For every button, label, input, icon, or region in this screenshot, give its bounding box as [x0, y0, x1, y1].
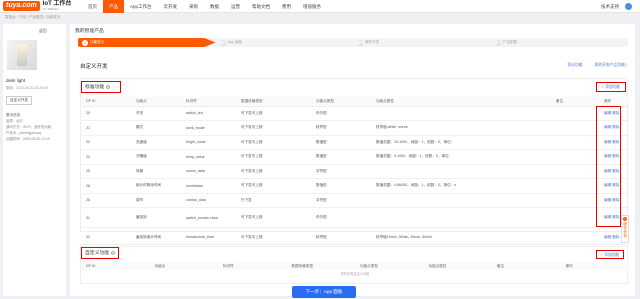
delete-link[interactable]: 删除 — [612, 235, 619, 239]
nav-item-data[interactable]: 数据 — [204, 0, 225, 13]
table-row: 23 冷暖值 temp_value 可下发可上报 数值型 数值范围：0-1000，间距：1… — [81, 149, 629, 165]
page-title: 我的智能产品 — [75, 29, 104, 34]
logo[interactable]: tuya.com IoT 工作台 IoT Platform — [0, 0, 80, 13]
user-avatar[interactable] — [625, 3, 632, 10]
custom-table-header: DP ID 功能点 标识符 数据传输类型 功能点类型 功能点属性 备注 操作 — [81, 262, 629, 270]
standard-functions-panel: 标准功能? + 添加功能 DP ID 功能点 标识符 数据传输类型 功能点类型 … — [80, 78, 629, 247]
info-category: 品类：台灯 — [6, 119, 23, 123]
logo-sub: IoT Platform — [42, 7, 60, 11]
product-sidebar: 返回 desk light 更新：2020-05-20 20:25:05 自定义… — [3, 24, 66, 296]
edit-link[interactable]: 编辑 — [604, 235, 611, 239]
col-function: 功能点 — [131, 97, 181, 107]
table-row: 31 番茄钟 switch_tomato clock 可下发可上报 布尔型 编辑 删除 — [81, 207, 629, 228]
col-attr: 功能点属性 — [371, 97, 551, 107]
product-image — [7, 40, 37, 70]
custom-functions-title: 自定义功能? — [81, 247, 119, 259]
add-standard-function-button[interactable]: + 添加功能 — [596, 82, 626, 92]
standard-functions-title: 标准功能? — [81, 81, 121, 93]
add-custom-function-button[interactable]: + 添加功能 — [596, 250, 624, 259]
help-icon[interactable]: ? — [106, 84, 111, 90]
service-consult-float[interactable]: ! 服务咨询 — [621, 215, 629, 243]
step-function-definition[interactable]: 1 功能定义 — [78, 38, 216, 47]
ops-highlight — [596, 106, 621, 227]
col-dpid: DP ID — [81, 97, 131, 107]
nav-item-docs[interactable]: 帮助文档 — [246, 0, 276, 13]
step-hardware-dev[interactable]: 3 硬件开发 — [353, 38, 491, 47]
basic-info-title: 基本信息 — [6, 113, 21, 117]
info-product-id: 产品ID：pkhbdgjzhowq — [6, 131, 42, 135]
custom-dev-button[interactable]: 自定义开发 — [6, 96, 32, 105]
col-note: 备注 — [551, 97, 599, 107]
nav-item-cloud[interactable]: 云开发 — [158, 0, 184, 13]
breadcrumb: 智能台 / 产品 / 产品概况 / 功能定义 — [5, 15, 61, 19]
product-name: desk light — [6, 78, 26, 83]
info-protocol: 通讯方式：Wi-Fi、蓝牙低功耗 — [6, 125, 52, 129]
step-app-panel[interactable]: 2 App 面板 — [216, 38, 354, 47]
chat-icon: ! — [623, 217, 627, 221]
custom-functions-panel: 自定义功能? + 添加功能 DP ID 功能点 标识符 数据传输类型 功能点类型… — [80, 244, 629, 284]
nav-item-product[interactable]: 产品 — [103, 0, 124, 13]
tech-support-link[interactable]: 技术支持 — [601, 4, 619, 10]
how-to-link[interactable]: 如何开发产品功能? — [595, 63, 628, 68]
table-row: 20 开关 switch_led 可下发可上报 布尔型 编辑 删除 — [81, 106, 629, 121]
nav-item-home[interactable]: 首页 — [82, 0, 103, 13]
nav-item-ops[interactable]: 运营 — [225, 0, 246, 13]
info-created: 创建时间：2020-05-20 21:19 — [6, 137, 50, 141]
table-row: 22 亮度值 bright_value 可下发可上报 数值型 数值范围：10-1000，间… — [81, 135, 629, 150]
col-type: 功能点类型 — [311, 97, 371, 107]
standard-functions-table: DP ID 功能点 标识符 数据传输类型 功能点类型 功能点属性 备注 操作 2… — [81, 97, 629, 247]
help-icon[interactable]: ? — [111, 250, 115, 256]
product-updated: 更新：2020-05-20 20:25:05 — [6, 86, 48, 90]
empty-message: 暂时没有自定义功能 — [340, 272, 370, 276]
section-title: 自定义开发 — [80, 64, 108, 70]
table-row: 26 倒计时剩余时间 countdown 可下发可上报 数值型 数值范围：0-86400，… — [81, 178, 629, 194]
table-row: 28 调节 control_data 只下发 字符型 编辑 删除 — [81, 193, 629, 208]
nav-item-billing[interactable]: 费用 — [276, 0, 297, 13]
col-identifier: 标识符 — [181, 97, 236, 107]
steps-bar: 1 功能定义 2 App 面板 3 硬件开发 4 产品配置 — [78, 38, 628, 47]
nav-item-purchase[interactable]: 采购 — [183, 0, 204, 13]
export-link[interactable]: 导出功能 — [567, 63, 582, 68]
step-product-config[interactable]: 4 产品配置 — [491, 38, 629, 47]
col-ops: 操作 — [599, 97, 629, 107]
table-row: 25 场景 scene_data 可下发可上报 字符型 编辑 删除 — [81, 164, 629, 179]
next-step-button[interactable]: 下一步：App 面板 — [292, 286, 356, 298]
nav-item-app[interactable]: App工作台 — [124, 0, 158, 13]
table-row: 21 模式 work_mode 可下发可上报 枚举型 枚举值:white, scene 编… — [81, 120, 629, 136]
nav-item-vas[interactable]: 增值服务 — [297, 0, 327, 13]
col-transfer: 数据传输类型 — [236, 97, 311, 107]
logo-mark: tuya.com — [3, 1, 40, 11]
top-navbar: tuya.com IoT 工作台 IoT Platform 首页 产品 App工… — [0, 0, 640, 13]
back-link[interactable]: 返回 — [39, 29, 66, 34]
main-nav: 首页 产品 App工作台 云开发 采购 数据 运营 帮助文档 费用 增值服务 — [82, 0, 327, 13]
